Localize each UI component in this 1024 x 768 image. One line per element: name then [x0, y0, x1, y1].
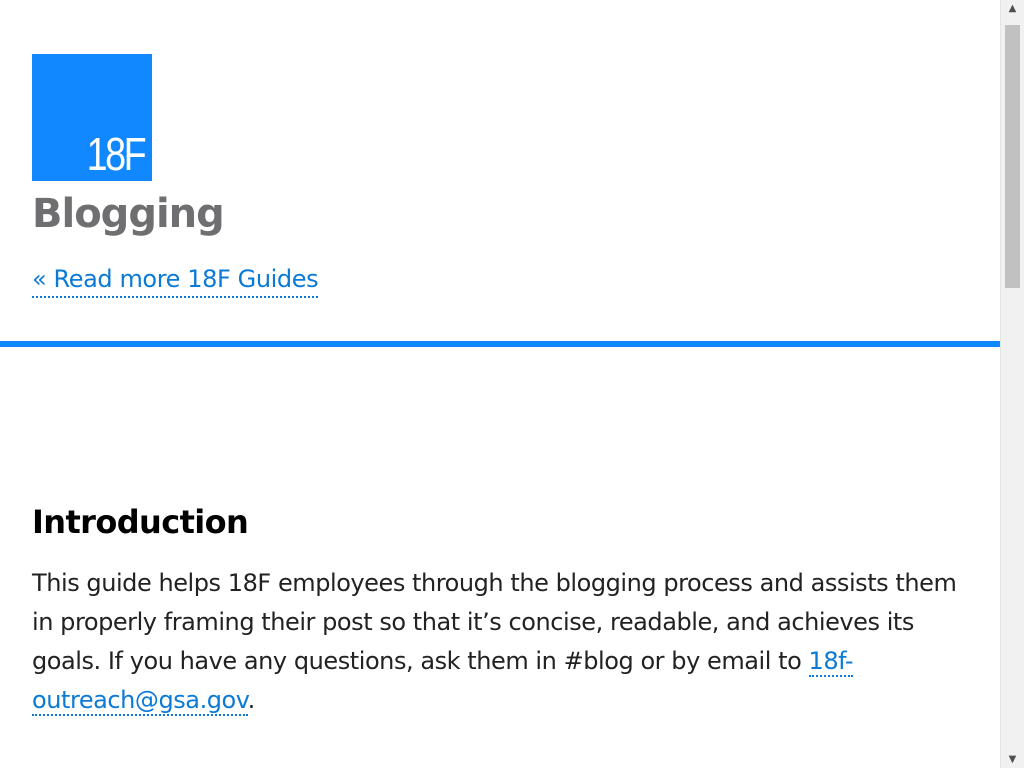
triangle-down-icon[interactable]: ▼	[1001, 751, 1024, 768]
read-more-guides-link[interactable]: « Read more 18F Guides	[32, 262, 319, 298]
18f-logo[interactable]: 18F	[32, 54, 152, 181]
scrollbar-thumb[interactable]	[1005, 25, 1020, 288]
introduction-paragraph: This guide helps 18F employees through t…	[32, 564, 972, 720]
header-divider	[0, 341, 1000, 347]
introduction-heading: Introduction	[32, 503, 249, 541]
page: 18F Blogging « Read more 18F Guides Intr…	[0, 0, 1000, 768]
vertical-scrollbar[interactable]: ▲ ▼	[1000, 0, 1024, 768]
main-content: Introduction This guide helps 18F employ…	[32, 500, 972, 720]
logo-text: 18F	[86, 128, 146, 180]
page-title: Blogging	[32, 191, 225, 237]
sentence-period: .	[247, 686, 256, 714]
triangle-up-icon[interactable]: ▲	[1001, 0, 1024, 17]
site-header: 18F Blogging « Read more 18F Guides	[0, 0, 1000, 341]
